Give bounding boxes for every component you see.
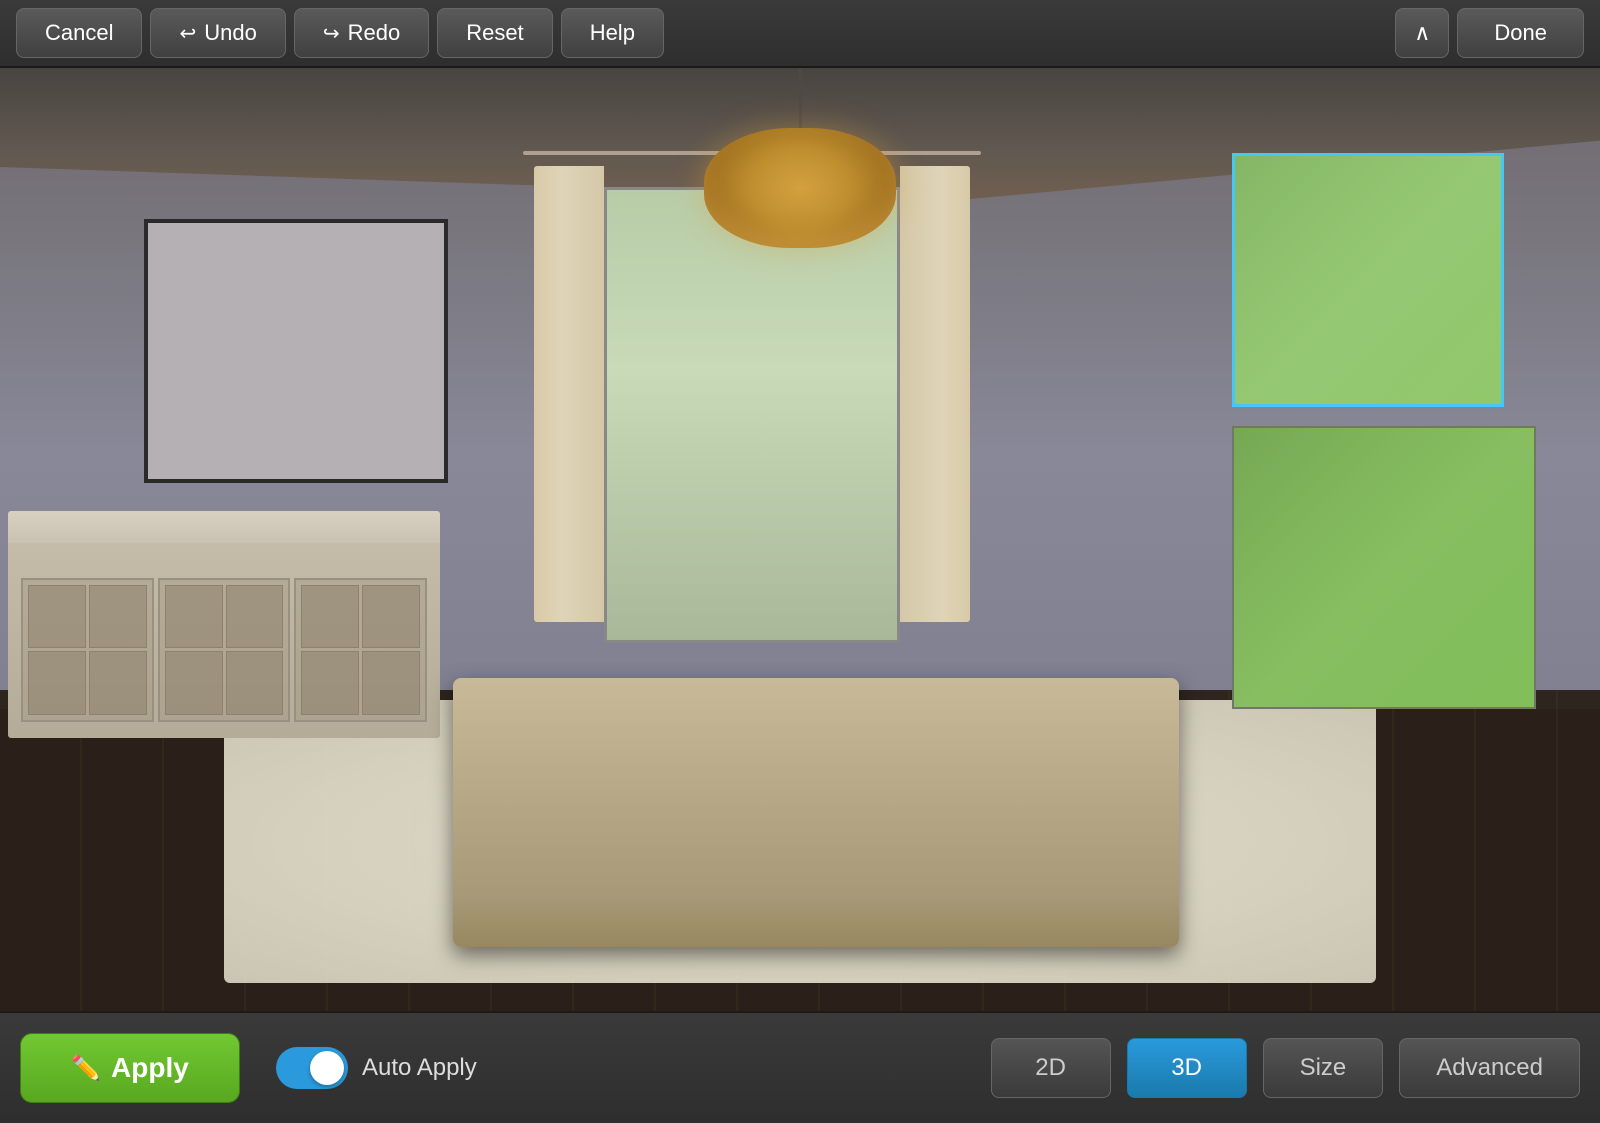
door-pane	[301, 585, 359, 649]
sideboard-doors	[21, 578, 427, 722]
door-pane	[89, 651, 147, 715]
scene-area	[0, 68, 1600, 1011]
door-pane	[165, 651, 223, 715]
auto-apply-label: Auto Apply	[362, 1054, 477, 1082]
undo-icon: ↩	[179, 21, 196, 46]
chandelier-body	[704, 128, 896, 248]
advanced-button[interactable]: Advanced	[1399, 1038, 1580, 1098]
door-pane	[28, 585, 86, 649]
room-scene	[0, 68, 1600, 1011]
toggle-knob	[310, 1051, 344, 1085]
right-window-bottom	[1232, 426, 1536, 709]
cancel-button[interactable]: Cancel	[16, 8, 142, 58]
dining-table-set	[384, 370, 1248, 1011]
bottom-toolbar: ✏️ Apply Auto Apply 2D 3D Size Advanced	[0, 1011, 1600, 1123]
top-toolbar: Cancel ↩ Undo ↪ Redo Reset Help ∧ Done	[0, 0, 1600, 68]
done-button[interactable]: Done	[1457, 8, 1584, 58]
apply-icon: ✏️	[71, 1054, 101, 1083]
sideboard-door-center	[158, 578, 291, 722]
redo-button[interactable]: ↪ Redo	[294, 8, 429, 58]
door-pane	[165, 585, 223, 649]
reset-button[interactable]: Reset	[437, 8, 552, 58]
door-pane	[89, 585, 147, 649]
view-2d-button[interactable]: 2D	[991, 1038, 1111, 1098]
door-pane	[301, 651, 359, 715]
door-pane	[28, 651, 86, 715]
sideboard-top	[8, 511, 440, 545]
size-button[interactable]: Size	[1263, 1038, 1384, 1098]
collapse-button[interactable]: ∧	[1395, 8, 1449, 58]
sideboard	[8, 511, 440, 737]
chevron-up-icon: ∧	[1414, 20, 1430, 46]
door-pane	[226, 651, 284, 715]
sideboard-door-left	[21, 578, 154, 722]
view-3d-button[interactable]: 3D	[1127, 1038, 1247, 1098]
help-button[interactable]: Help	[561, 8, 664, 58]
door-pane	[226, 585, 284, 649]
apply-button[interactable]: ✏️ Apply	[20, 1033, 240, 1103]
undo-button[interactable]: ↩ Undo	[150, 8, 285, 58]
redo-icon: ↪	[323, 21, 340, 46]
sideboard-body	[8, 543, 440, 738]
dining-table	[453, 678, 1179, 947]
right-window-top-selected[interactable]	[1232, 153, 1504, 408]
auto-apply-section: Auto Apply	[276, 1047, 477, 1089]
auto-apply-toggle[interactable]	[276, 1047, 348, 1089]
chandelier	[704, 68, 896, 248]
chandelier-chain	[799, 68, 802, 128]
